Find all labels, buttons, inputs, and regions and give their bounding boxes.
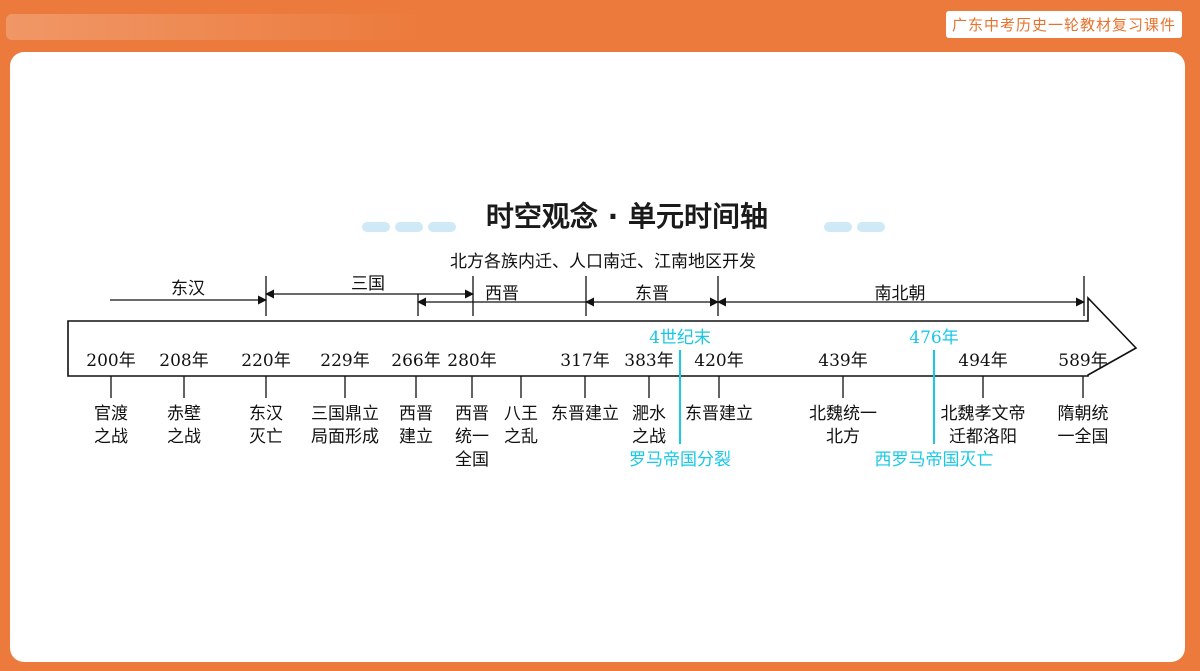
period-label: 东汉 (171, 279, 205, 299)
timeline-subtitle: 北方各族内迁、人口南迁、江南地区开发 (450, 252, 756, 272)
event-label-line: 北魏孝文帝 (941, 404, 1026, 424)
year-label: 229年 (320, 351, 369, 371)
event-label-line: 赤壁 (167, 404, 201, 424)
event-label: 官渡之战 (94, 404, 128, 447)
year-label: 208年 (159, 351, 208, 371)
year-label: 494年 (958, 351, 1007, 371)
period-spans: 东汉 三国西晋 东晋 南北朝 (110, 274, 1085, 316)
event-label-line: 官渡 (94, 404, 128, 424)
event-label-line: 之战 (167, 427, 201, 447)
title-dash (824, 222, 852, 232)
event-label: 东汉灭亡 (249, 404, 283, 447)
event-label-line: 八王 (504, 404, 538, 424)
event-label-line: 统一 (455, 427, 489, 447)
year-label: 420年 (694, 351, 743, 371)
event-label-line: 西晋 (455, 404, 489, 424)
year-label: 200年 (86, 351, 135, 371)
world-event-time: 4世纪末 (649, 328, 711, 348)
event-label-line: 局面形成 (311, 427, 379, 447)
period-label: 西晋 (485, 284, 519, 304)
year-label: 589年 (1058, 351, 1107, 371)
event-label-line: 灭亡 (249, 427, 283, 447)
event-label-line: 之战 (632, 427, 666, 447)
world-event-label: 西罗马帝国灭亡 (875, 450, 994, 470)
event-label: 北魏统一北方 (809, 404, 877, 447)
year-label: 317年 (560, 351, 609, 371)
event-label-line: 东晋建立 (685, 404, 753, 424)
year-label: 266年 (391, 351, 440, 371)
event-label: 赤壁之战 (167, 404, 201, 447)
event-label-line: 建立 (399, 427, 433, 447)
event-label: 东晋建立 (685, 404, 753, 424)
event-label: 北魏孝文帝迁都洛阳 (941, 404, 1026, 447)
event-label-line: 西晋 (399, 404, 433, 424)
title-dash (395, 222, 423, 232)
title-dash (362, 222, 390, 232)
event-label: 隋朝统一全国 (1058, 404, 1109, 447)
event-label-line: 淝水 (632, 404, 666, 424)
event-label: 西晋建立 (399, 404, 433, 447)
event-label-line: 三国鼎立 (311, 404, 379, 424)
world-event-label: 罗马帝国分裂 (629, 450, 731, 470)
event-label: 淝水之战 (632, 404, 666, 447)
period-label: 东晋 (635, 284, 669, 304)
timeline-title: 时空观念 · 单元时间轴 (486, 200, 768, 233)
year-label: 383年 (624, 351, 673, 371)
event-label-line: 东晋建立 (551, 404, 619, 424)
event-label: 西晋统一全国 (455, 404, 489, 470)
event-label: 三国鼎立局面形成 (311, 404, 379, 447)
event-label-line: 北魏统一 (809, 404, 877, 424)
event-label-line: 北方 (826, 427, 860, 447)
year-label: 280年 (447, 351, 496, 371)
event-ticks (110, 376, 1084, 398)
event-label-line: 一全国 (1058, 427, 1109, 447)
event-label-line: 隋朝统 (1058, 404, 1109, 424)
period-label: 南北朝 (875, 284, 926, 304)
event-label-line: 东汉 (249, 404, 283, 424)
event-label-line: 之乱 (504, 427, 538, 447)
timeline-diagram: 时空观念 · 单元时间轴 北方各族内迁、人口南迁、江南地区开发 东汉 三国 西晋 东晋… (67, 200, 1138, 470)
title-dash (857, 222, 885, 232)
event-label: 八王之乱 (504, 404, 538, 447)
event-label-line: 之战 (94, 427, 128, 447)
year-label: 220年 (241, 351, 290, 371)
title-dash (428, 222, 456, 232)
event-label: 东晋建立 (551, 404, 619, 424)
event-label-line: 迁都洛阳 (949, 427, 1017, 447)
year-label: 439年 (818, 351, 867, 371)
world-event-time: 476年 (909, 328, 958, 348)
event-label-line: 全国 (455, 450, 489, 470)
period-label: 三国 (351, 274, 385, 294)
